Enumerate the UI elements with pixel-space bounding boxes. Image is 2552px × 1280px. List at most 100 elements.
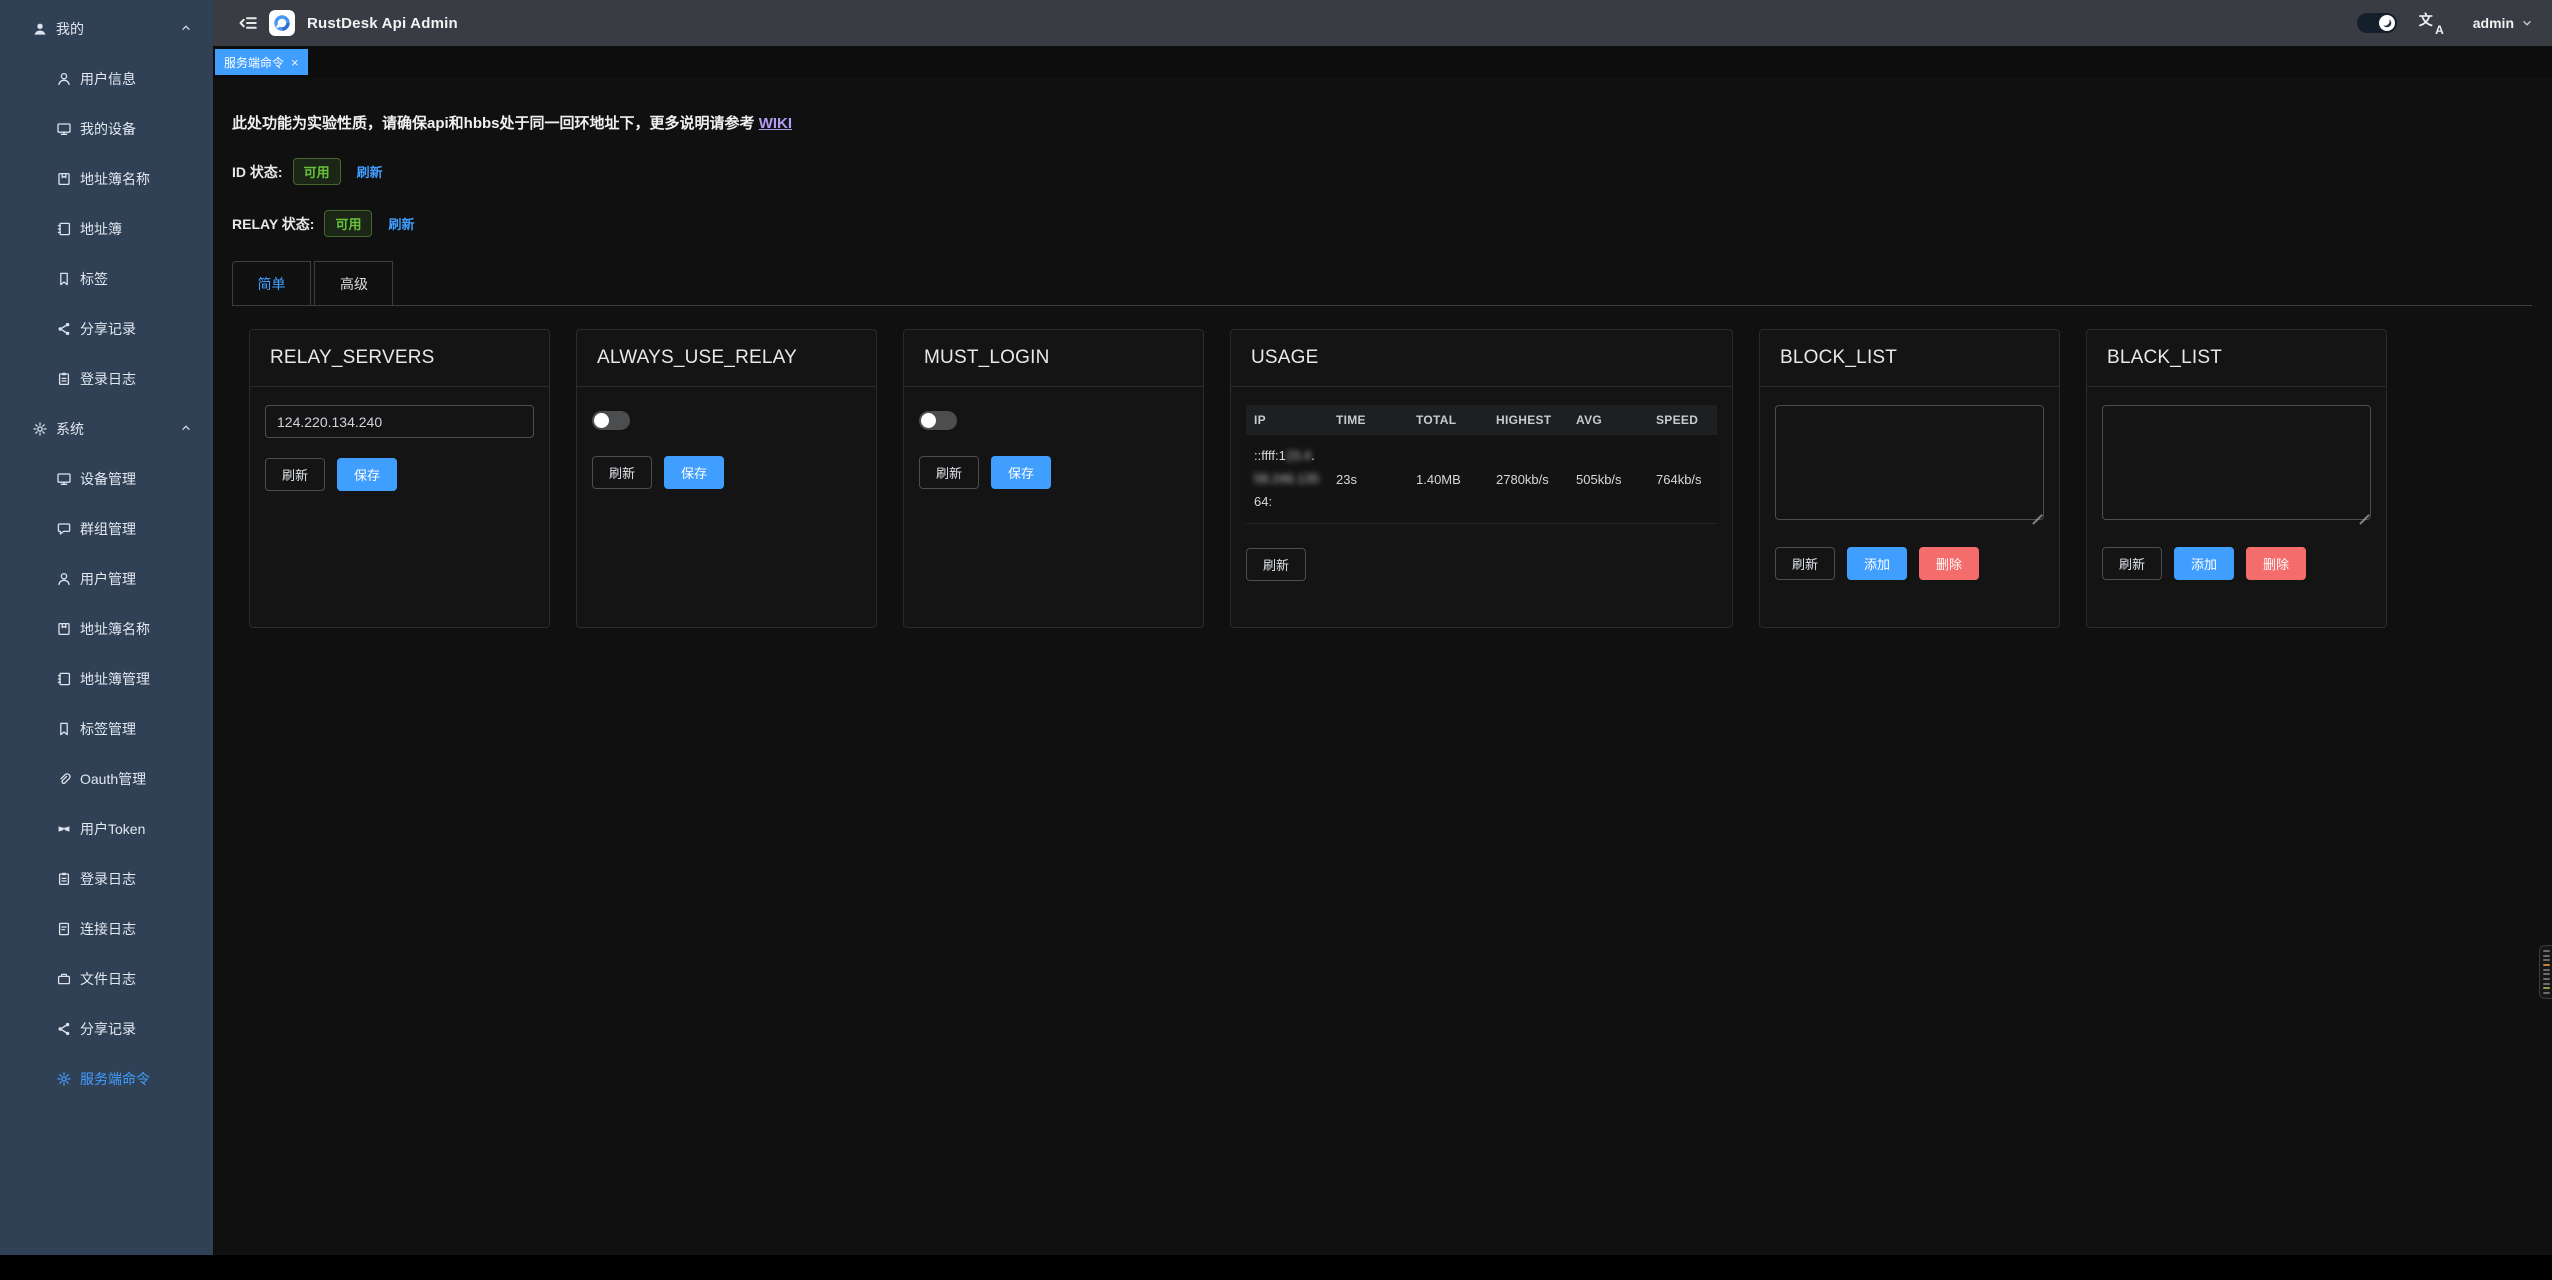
usage-total: 1.40MB <box>1408 435 1488 524</box>
clipboard-icon <box>56 871 72 887</box>
refresh-button[interactable]: 刷新 <box>2102 547 2162 580</box>
sidebar-item[interactable]: 地址簿 <box>0 204 213 254</box>
sidebar-section-label: 系统 <box>56 419 84 439</box>
usage-avg: 505kb/s <box>1568 435 1648 524</box>
sidebar-item-label: 服务端命令 <box>80 1069 150 1089</box>
tab-simple[interactable]: 简单 <box>232 261 311 305</box>
usage-column-header: SPEED <box>1648 405 1717 435</box>
sidebar-item[interactable]: 文件日志 <box>0 954 213 1004</box>
edge-widget-stripe <box>2543 973 2550 975</box>
edge-widget-stripe <box>2543 978 2550 980</box>
gear-icon <box>32 421 48 437</box>
rustdesk-logo <box>269 10 295 36</box>
add-button[interactable]: 添加 <box>2174 547 2234 580</box>
sidebar-item[interactable]: Oauth管理 <box>0 754 213 804</box>
chevron-up-icon <box>179 421 195 437</box>
masked-ip-part: 23.4 <box>1286 448 1311 463</box>
masked-ip-part: 58.246.135 <box>1254 471 1319 486</box>
edge-widget[interactable] <box>2539 945 2552 999</box>
tab-advanced[interactable]: 高级 <box>314 261 393 305</box>
sidebar-item[interactable]: 分享记录 <box>0 304 213 354</box>
delete-button[interactable]: 删除 <box>1919 547 1979 580</box>
sidebar-item-label: 地址簿名称 <box>80 169 150 189</box>
edge-widget-stripe <box>2543 955 2550 957</box>
monitor-icon <box>56 121 72 137</box>
cards-row: RELAY_SERVERS 刷新 保存 ALWAYS_USE_RELAY 刷新 … <box>249 329 2532 628</box>
sidebar-item[interactable]: 用户Token <box>0 804 213 854</box>
card-title: MUST_LOGIN <box>904 330 1203 387</box>
sidebar-item-label: 群组管理 <box>80 519 136 539</box>
relay-servers-input[interactable] <box>265 405 534 438</box>
user-name: admin <box>2473 15 2514 31</box>
experimental-notice: 此处功能为实验性质，请确保api和hbbs处于同一回环地址下，更多说明请参考 W… <box>232 112 2532 133</box>
theme-toggle[interactable] <box>2357 13 2397 33</box>
user-menu[interactable]: admin <box>2473 15 2534 31</box>
sidebar-item-label: 登录日志 <box>80 369 136 389</box>
refresh-button[interactable]: 刷新 <box>1775 547 1835 580</box>
main-content: 此处功能为实验性质，请确保api和hbbs处于同一回环地址下，更多说明请参考 W… <box>213 78 2552 1255</box>
add-button[interactable]: 添加 <box>1847 547 1907 580</box>
sidebar-item[interactable]: 我的设备 <box>0 104 213 154</box>
card-relay-servers: RELAY_SERVERS 刷新 保存 <box>249 329 550 628</box>
usage-speed: 764kb/s <box>1648 435 1717 524</box>
usage-time: 23s <box>1328 435 1408 524</box>
sidebar-item[interactable]: 设备管理 <box>0 454 213 504</box>
block-list-textarea[interactable] <box>1775 405 2044 520</box>
always-use-relay-switch[interactable] <box>592 411 630 430</box>
sidebar-item[interactable]: 连接日志 <box>0 904 213 954</box>
sidebar-item[interactable]: 地址簿管理 <box>0 654 213 704</box>
sidebar-item[interactable]: 用户管理 <box>0 554 213 604</box>
sidebar-item[interactable]: 标签管理 <box>0 704 213 754</box>
sidebar-item[interactable]: 登录日志 <box>0 354 213 404</box>
relay-status-label: RELAY 状态: <box>232 214 314 234</box>
monitor-icon <box>56 471 72 487</box>
delete-button[interactable]: 删除 <box>2246 547 2306 580</box>
refresh-button[interactable]: 刷新 <box>919 456 979 489</box>
sidebar-item[interactable]: 地址簿名称 <box>0 154 213 204</box>
save-button[interactable]: 保存 <box>991 456 1051 489</box>
sidebar-item[interactable]: 登录日志 <box>0 854 213 904</box>
table-row: ::ffff:123.4. 58.246.135 64: 23s 1.40MB … <box>1246 435 1717 524</box>
id-refresh-link[interactable]: 刷新 <box>357 162 383 181</box>
sidebar-item-label: 用户信息 <box>80 69 136 89</box>
book-icon <box>56 171 72 187</box>
edge-widget-stripe <box>2543 964 2550 966</box>
book-icon <box>56 621 72 637</box>
wiki-link[interactable]: WIKI <box>759 115 792 132</box>
sidebar-fold-icon[interactable] <box>238 13 258 33</box>
card-title: BLACK_LIST <box>2087 330 2386 387</box>
sidebar-item[interactable]: 标签 <box>0 254 213 304</box>
sidebar-item-label: 连接日志 <box>80 919 136 939</box>
gear-icon <box>56 1071 72 1087</box>
refresh-button[interactable]: 刷新 <box>1246 548 1306 581</box>
page-tab-server-command[interactable]: 服务端命令 × <box>215 49 308 75</box>
mode-tabs: 简单 高级 <box>232 261 2532 306</box>
translate-icon[interactable]: 文 A <box>2419 12 2443 34</box>
sidebar-item-label: 地址簿管理 <box>80 669 150 689</box>
usage-column-header: TIME <box>1328 405 1408 435</box>
refresh-button[interactable]: 刷新 <box>265 458 325 491</box>
must-login-switch[interactable] <box>919 411 957 430</box>
sidebar-item[interactable]: 地址簿名称 <box>0 604 213 654</box>
top-header: RustDesk Api Admin 文 A admin <box>213 0 2552 46</box>
sidebar-item[interactable]: 分享记录 <box>0 1004 213 1054</box>
sidebar-section[interactable]: 我的 <box>0 4 213 54</box>
card-black-list: BLACK_LIST 刷新 添加 删除 <box>2086 329 2387 628</box>
user-outline-icon <box>56 571 72 587</box>
sidebar-item[interactable]: 服务端命令 <box>0 1054 213 1104</box>
refresh-button[interactable]: 刷新 <box>592 456 652 489</box>
sidebar-item-label: 登录日志 <box>80 869 136 889</box>
close-icon[interactable]: × <box>291 56 299 69</box>
edge-widget-stripe <box>2543 950 2550 952</box>
card-title: BLOCK_LIST <box>1760 330 2059 387</box>
id-status-label: ID 状态: <box>232 162 283 182</box>
save-button[interactable]: 保存 <box>337 458 397 491</box>
chevron-down-icon <box>2520 16 2534 30</box>
sidebar-section[interactable]: 系统 <box>0 404 213 454</box>
sidebar-item[interactable]: 用户信息 <box>0 54 213 104</box>
sidebar-item[interactable]: 群组管理 <box>0 504 213 554</box>
sidebar-item-label: Oauth管理 <box>80 769 146 789</box>
relay-refresh-link[interactable]: 刷新 <box>388 214 414 233</box>
black-list-textarea[interactable] <box>2102 405 2371 520</box>
save-button[interactable]: 保存 <box>664 456 724 489</box>
